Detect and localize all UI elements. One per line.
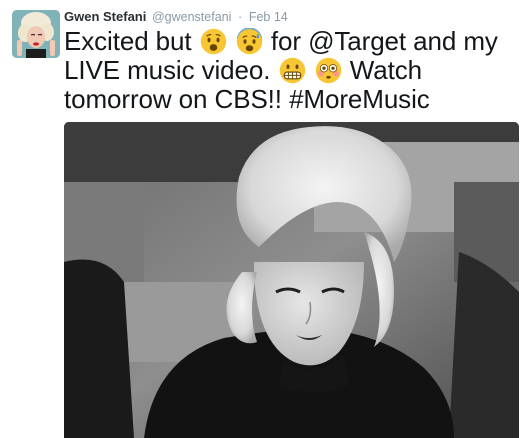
avatar-image <box>12 10 60 58</box>
tweet-text-part: Excited but <box>64 26 192 56</box>
photo-image <box>64 122 519 438</box>
tweet-header: Gwen Stefani @gwenstefani · Feb 14 <box>64 9 288 25</box>
author-handle[interactable]: @gwenstefani <box>152 10 231 24</box>
frowning-open-mouth-emoji <box>200 28 226 55</box>
flushed-emoji <box>315 57 341 84</box>
tweet-photo[interactable] <box>64 122 519 438</box>
avatar[interactable] <box>12 10 60 58</box>
tweet-text: Excited but for @Target and my LIVE musi… <box>64 27 519 114</box>
hashtag-link[interactable]: #MoreMusic <box>289 84 430 114</box>
tweet-text-part: for <box>270 26 301 56</box>
tweet-date[interactable]: Feb 14 <box>249 10 288 24</box>
mention-link[interactable]: @Target <box>308 26 406 56</box>
grimacing-emoji <box>279 57 305 84</box>
meta-separator: · <box>238 10 243 24</box>
author-name[interactable]: Gwen Stefani <box>64 9 146 24</box>
anxious-sweat-emoji <box>236 28 263 55</box>
